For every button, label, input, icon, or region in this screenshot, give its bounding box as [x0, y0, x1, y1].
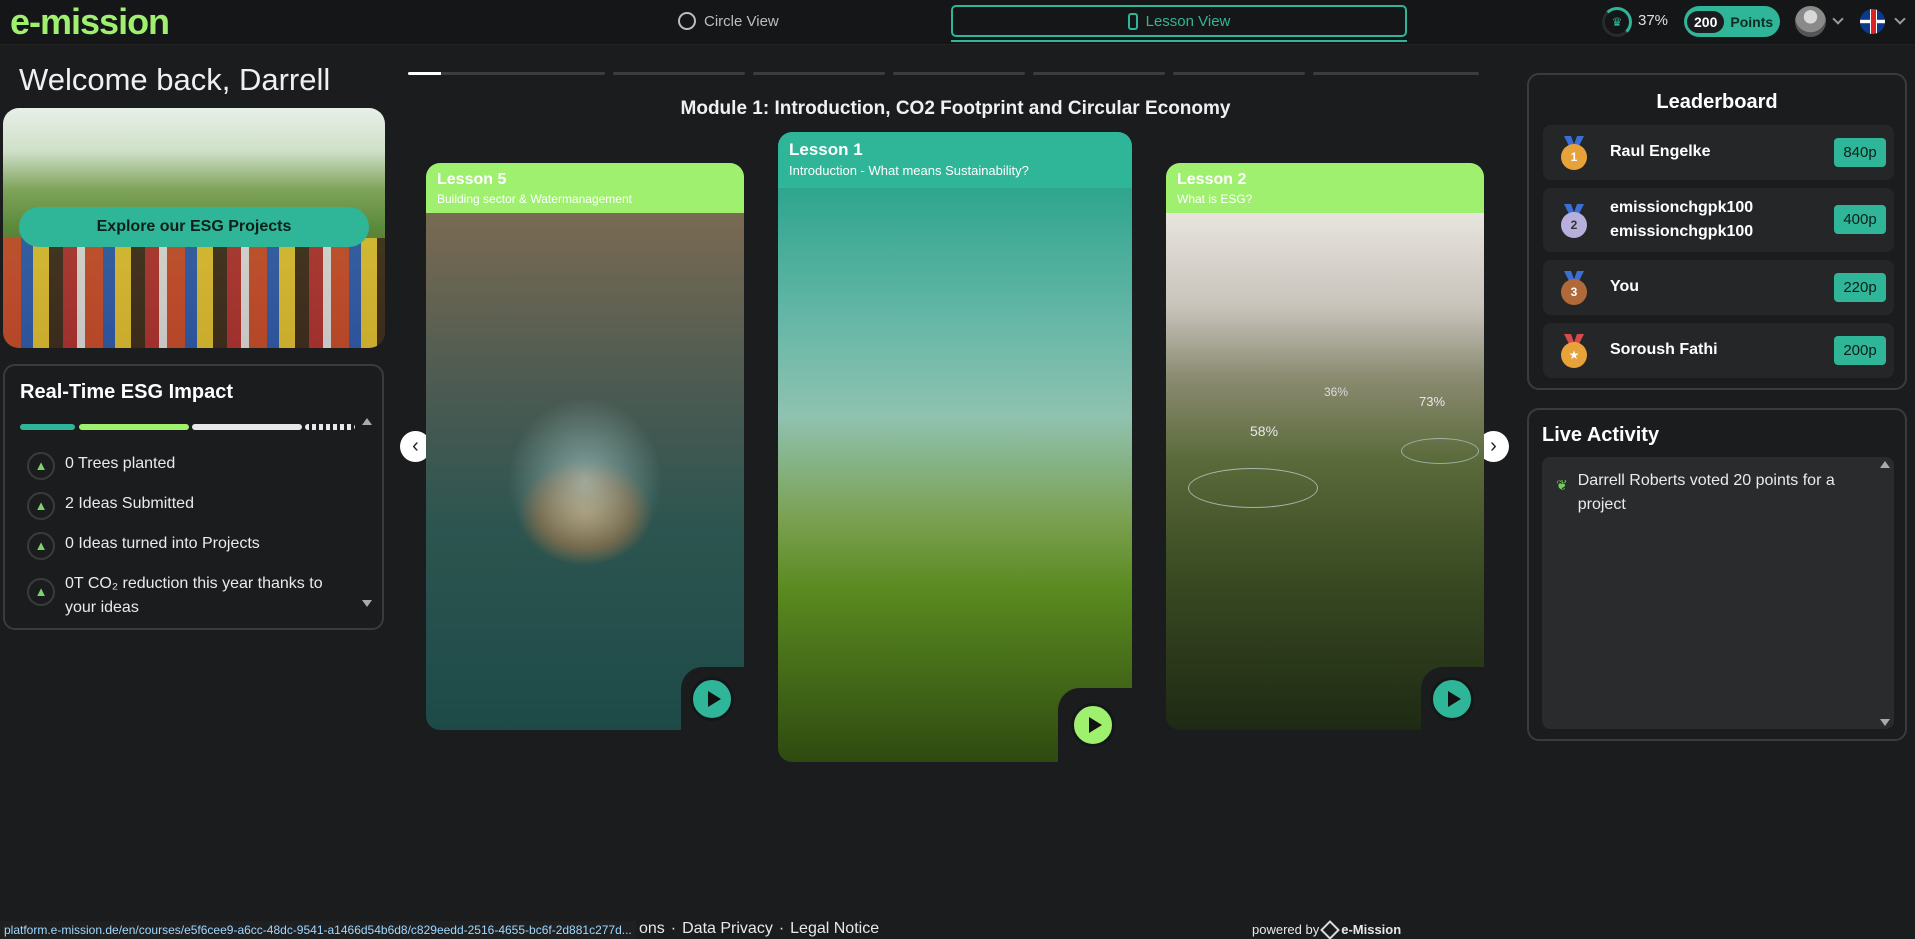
list-item: ❦ Darrell Roberts voted 20 points for a …: [1556, 469, 1866, 517]
play-button[interactable]: [1430, 677, 1474, 721]
lesson-card-1[interactable]: Lesson 1 Introduction - What means Susta…: [778, 132, 1132, 762]
lesson-view-button[interactable]: Lesson View: [951, 5, 1407, 37]
points-value: 200: [1687, 10, 1725, 33]
live-activity-feed[interactable]: ❦ Darrell Roberts voted 20 points for a …: [1542, 457, 1894, 729]
leaderboard-row: 3 You 220p: [1543, 260, 1894, 315]
footer-link-partial[interactable]: ons: [639, 920, 665, 937]
impact-progress-bars: [20, 424, 355, 430]
esg-impact-panel: Real-Time ESG Impact ▲ 0 Trees planted ▲…: [3, 364, 384, 630]
tree-icon: ▲: [27, 452, 55, 480]
module-title: Module 1: Introduction, CO2 Footprint an…: [680, 98, 1231, 119]
lesson-subtitle: What is ESG?: [1177, 192, 1253, 206]
impact-scrollbar[interactable]: [362, 418, 372, 608]
leaderboard-panel: Leaderboard 1 Raul Engelke 840p 2 emissi…: [1527, 73, 1907, 390]
active-view-indicator: [951, 40, 1407, 42]
bronze-medal-icon: 3: [1559, 271, 1589, 305]
uk-flag-icon[interactable]: [1860, 9, 1885, 34]
e-mission-logo-icon: [1320, 919, 1341, 939]
lesson-header: Lesson 5 Building sector & Watermanageme…: [426, 163, 744, 213]
tree-icon: ▲: [27, 532, 55, 560]
live-activity-title: Live Activity: [1542, 424, 1660, 446]
scroll-down-arrow[interactable]: [1880, 719, 1890, 726]
list-item: ▲ 0 Trees planted: [27, 452, 347, 480]
lesson-image: [426, 213, 744, 730]
esg-projects-banner[interactable]: Explore our ESG Projects: [3, 108, 385, 348]
list-item: ▲ 0 Ideas turned into Projects: [27, 532, 347, 560]
banner-photo: [3, 238, 385, 348]
overlay-label: 36%: [1324, 385, 1349, 399]
lesson-image: 58% 36% 73%: [1166, 213, 1484, 730]
lesson-subtitle: Introduction - What means Sustainability…: [789, 163, 1029, 178]
lesson-card-2[interactable]: 58% 36% 73% Lesson 2 What is ESG?: [1166, 163, 1484, 730]
tree-icon: ▲: [27, 492, 55, 520]
chevron-down-icon[interactable]: [1832, 13, 1844, 25]
impact-title: Real-Time ESG Impact: [20, 381, 234, 403]
leaderboard-row: 2 emissionchgpk100 emissionchgpk100 400p: [1543, 188, 1894, 252]
play-button[interactable]: [690, 677, 734, 721]
points-badge[interactable]: 200 Points: [1684, 6, 1780, 37]
gold-medal-icon: 1: [1559, 136, 1589, 170]
progress-percent: 37%: [1638, 12, 1669, 29]
status-bar-url: platform.e-mission.de/en/courses/e5f6cee…: [0, 921, 636, 939]
avatar[interactable]: [1795, 6, 1826, 37]
lesson-subtitle: Building sector & Watermanagement: [437, 192, 632, 206]
footer-links: ons · Data Privacy · Legal Notice: [639, 920, 880, 937]
lesson-header: Lesson 2 What is ESG?: [1166, 163, 1484, 213]
lesson-card-5[interactable]: Lesson 5 Building sector & Watermanageme…: [426, 163, 744, 730]
play-icon: [707, 691, 721, 707]
sprout-icon: ❦: [1556, 477, 1568, 493]
scroll-up-arrow[interactable]: [1880, 461, 1890, 468]
lesson-image: [778, 187, 1132, 762]
overlay-label: 73%: [1419, 394, 1446, 409]
legal-notice-link[interactable]: Legal Notice: [790, 920, 879, 937]
data-privacy-link[interactable]: Data Privacy: [682, 920, 773, 937]
live-activity-panel: Live Activity ❦ Darrell Roberts voted 20…: [1527, 408, 1907, 741]
top-bar: e-mission Circle View Lesson View ♛ 37% …: [0, 0, 1915, 45]
chevron-down-icon[interactable]: [1894, 13, 1906, 25]
circle-view-button[interactable]: Circle View: [678, 10, 779, 32]
logo[interactable]: e-mission: [10, 2, 170, 42]
powered-by[interactable]: powered by e-Mission: [1252, 919, 1401, 939]
circle-icon: [678, 12, 696, 30]
lesson-header: Lesson 1 Introduction - What means Susta…: [778, 132, 1132, 188]
lesson-title: Lesson 1: [789, 140, 863, 159]
leaderboard-title: Leaderboard: [1656, 91, 1778, 113]
overlay-label: 58%: [1250, 423, 1279, 439]
explore-esg-projects-button[interactable]: Explore our ESG Projects: [19, 207, 369, 247]
lesson-title: Lesson 5: [437, 171, 507, 188]
leaderboard-row: ★ Soroush Fathi 200p: [1543, 323, 1894, 378]
welcome-heading: Welcome back, Darrell: [19, 62, 331, 97]
leaderboard-row: 1 Raul Engelke 840p: [1543, 125, 1894, 180]
play-button[interactable]: [1071, 703, 1115, 747]
lesson-step-indicator: [408, 72, 1544, 75]
play-icon: [1447, 691, 1461, 707]
list-item: ▲ 0T CO₂ reduction this year thanks to y…: [27, 572, 347, 620]
tree-icon: ▲: [27, 578, 55, 606]
silver-medal-icon: 2: [1559, 204, 1589, 238]
star-medal-icon: ★: [1559, 334, 1589, 368]
play-icon: [1088, 717, 1102, 733]
lesson-title: Lesson 2: [1177, 171, 1247, 188]
trophy-icon: ♛: [1602, 7, 1632, 37]
phone-icon: [1127, 12, 1138, 30]
points-label: Points: [1730, 13, 1774, 30]
lesson-view-label: Lesson View: [1145, 12, 1231, 30]
list-item: ▲ 2 Ideas Submitted: [27, 492, 347, 520]
circle-view-label: Circle View: [704, 12, 779, 30]
